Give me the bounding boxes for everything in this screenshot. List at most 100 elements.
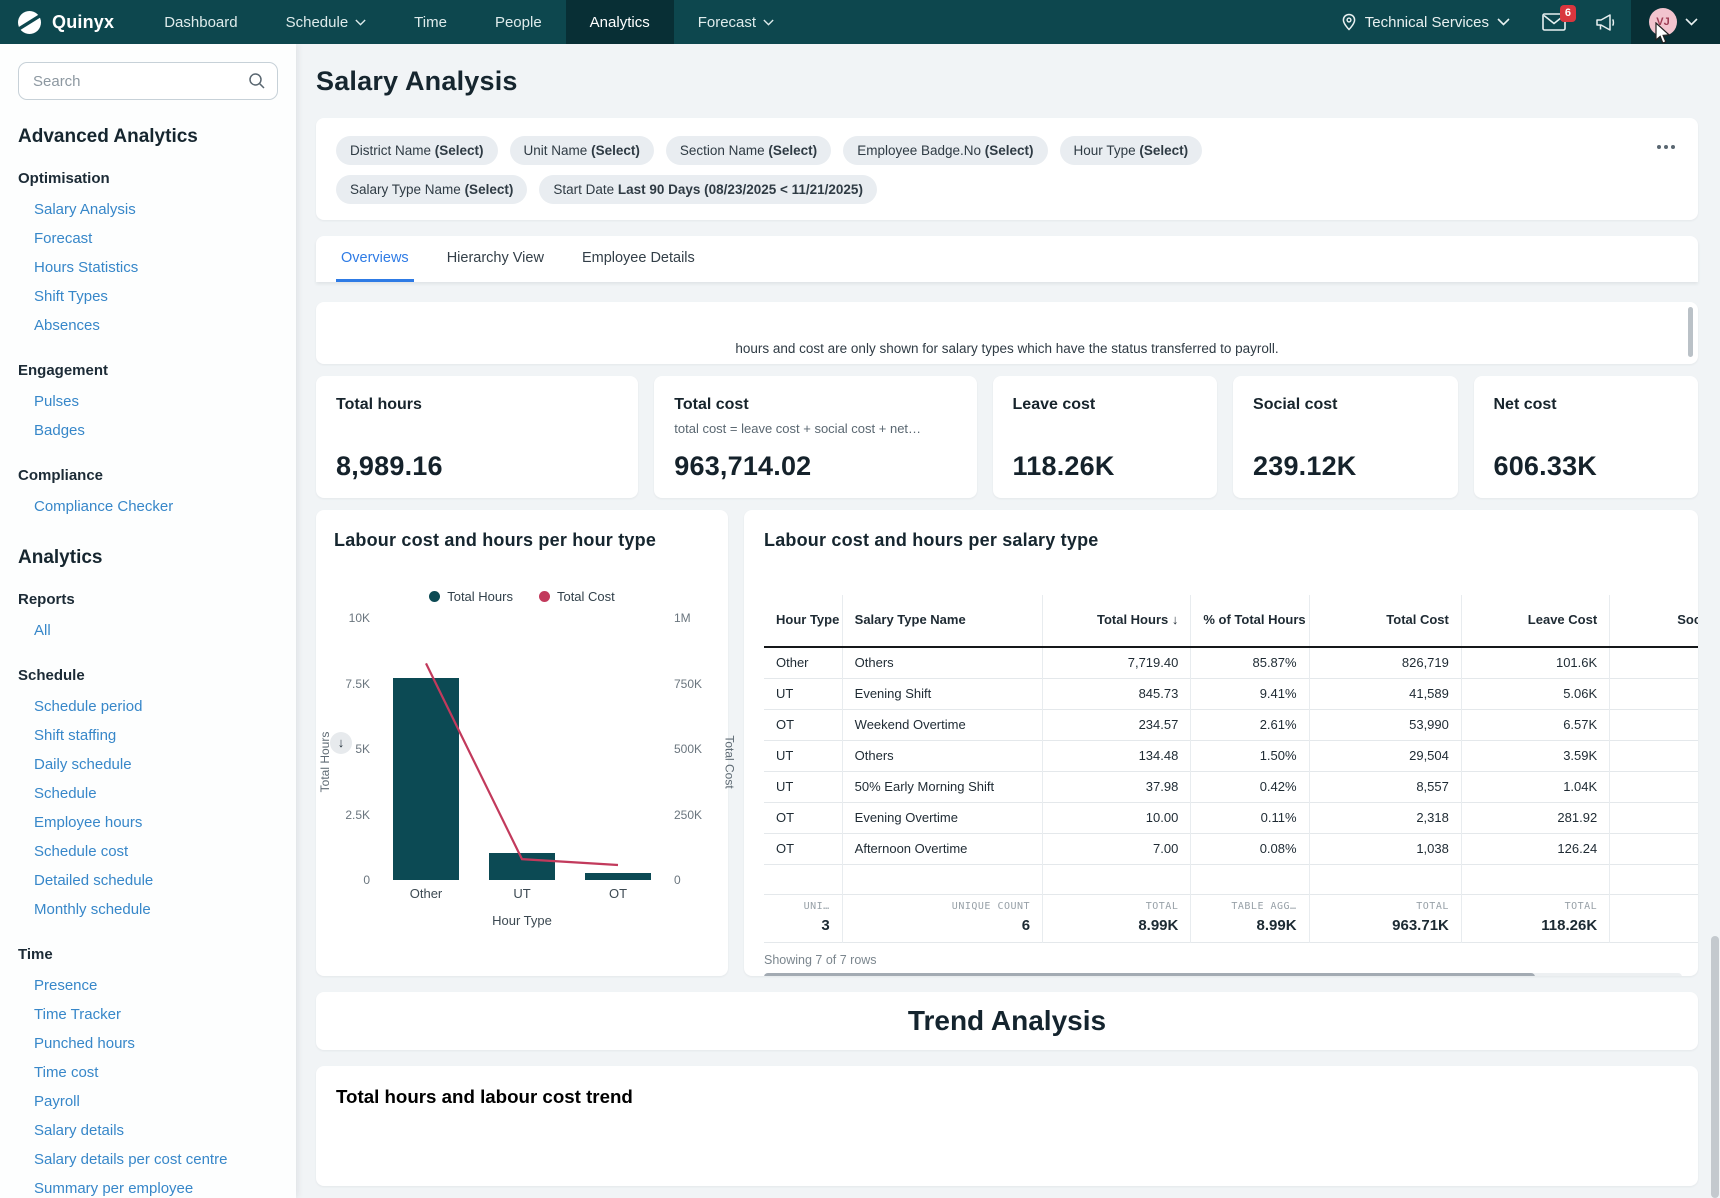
search-input[interactable] <box>18 62 278 100</box>
search-box <box>18 62 278 100</box>
sidebar-item-employee-hours[interactable]: Employee hours <box>18 808 278 837</box>
aggregate-label: TOTAL <box>1055 901 1178 912</box>
filter-chip-unit-name[interactable]: Unit Name (Select) <box>510 136 654 165</box>
nav-item-people[interactable]: People <box>471 0 566 44</box>
filter-chip-value: (Select) <box>591 143 640 158</box>
cell-salary-type-name: Afternoon Overtime <box>842 833 1042 864</box>
sidebar-item-presence[interactable]: Presence <box>18 971 278 1000</box>
aggregate-cell: TOTAL963.71K <box>1309 894 1461 942</box>
more-options-button[interactable] <box>1650 132 1682 159</box>
aggregate-value: 8.99K <box>1055 917 1178 934</box>
kpi-card-social-cost: Social cost239.12K <box>1233 376 1457 498</box>
sidebar-item-absences[interactable]: Absences <box>18 311 278 340</box>
filter-chip-hour-type[interactable]: Hour Type (Select) <box>1060 136 1203 165</box>
sidebar-item-monthly-schedule[interactable]: Monthly schedule <box>18 895 278 924</box>
sidebar-item-badges[interactable]: Badges <box>18 416 278 445</box>
chart-title: Labour cost and hours per hour type <box>334 530 710 551</box>
filter-chip-label: Employee Badge.No <box>857 143 985 158</box>
sidebar-item-detailed-schedule[interactable]: Detailed schedule <box>18 866 278 895</box>
aggregate-label: UNI… <box>776 901 830 912</box>
hour-type-plot <box>378 618 666 880</box>
column-header-total-hours[interactable]: Total Hours ↓ <box>1043 595 1191 647</box>
table-row: OTWeekend Overtime234.572.61%53,9906.57K… <box>764 709 1698 740</box>
aggregate-label: TOTAL <box>1474 901 1597 912</box>
cell-social-cost: 13.4 <box>1610 709 1698 740</box>
sidebar-item-time-cost[interactable]: Time cost <box>18 1058 278 1087</box>
sidebar-item-schedule-cost[interactable]: Schedule cost <box>18 837 278 866</box>
ellipsis-icon <box>1656 144 1676 150</box>
sidebar-item-payroll[interactable]: Payroll <box>18 1087 278 1116</box>
sidebar-item-time-tracker[interactable]: Time Tracker <box>18 1000 278 1029</box>
filter-chip-salary-type-name[interactable]: Salary Type Name (Select) <box>336 175 527 204</box>
legend-label: Total Cost <box>557 589 615 604</box>
nav-item-time[interactable]: Time <box>390 0 471 44</box>
sidebar-item-summary-per-employee[interactable]: Summary per employee <box>18 1174 278 1198</box>
scrollbar-thumb[interactable] <box>764 973 1535 977</box>
sidebar-section-optimisation: Optimisation <box>18 170 278 187</box>
cell-total-cost: 41,589 <box>1309 678 1461 709</box>
filter-chip-value: (Select) <box>768 143 817 158</box>
legend-item-total-cost[interactable]: Total Cost <box>539 589 615 604</box>
axis-sort-button[interactable]: ↓ <box>330 732 352 754</box>
filter-chip-label: Start Date <box>553 182 618 197</box>
legend-item-total-hours[interactable]: Total Hours <box>429 589 513 604</box>
sidebar-item-forecast[interactable]: Forecast <box>18 224 278 253</box>
viewport-scrollbar-thumb[interactable] <box>1711 936 1719 1198</box>
tab-overviews[interactable]: Overviews <box>336 236 414 282</box>
nav-item-schedule[interactable]: Schedule <box>262 0 391 44</box>
user-menu[interactable]: VJ <box>1631 0 1720 44</box>
table-title: Labour cost and hours per salary type <box>764 530 1698 551</box>
announcements-button[interactable] <box>1580 0 1631 44</box>
panel-scrollbar[interactable] <box>1688 307 1693 357</box>
sidebar-item-punched-hours[interactable]: Punched hours <box>18 1029 278 1058</box>
sidebar-item-schedule-period[interactable]: Schedule period <box>18 692 278 721</box>
filter-chip-district-name[interactable]: District Name (Select) <box>336 136 498 165</box>
cell-total-hours: 37.98 <box>1043 771 1191 802</box>
tab-hierarchy-view[interactable]: Hierarchy View <box>442 236 549 282</box>
kpi-subtitle: total cost = leave cost + social cost + … <box>674 421 956 436</box>
x-axis-title: Hour Type <box>334 913 710 928</box>
tab-employee-details[interactable]: Employee Details <box>577 236 700 282</box>
messages-button[interactable]: 6 <box>1528 0 1580 44</box>
cell-social-cost: 2.13 <box>1610 771 1698 802</box>
sidebar-item-salary-details-per-cost-centre[interactable]: Salary details per cost centre <box>18 1145 278 1174</box>
kpi-title: Total cost <box>674 396 956 414</box>
nav-item-dashboard[interactable]: Dashboard <box>140 0 261 44</box>
filter-chip-section-name[interactable]: Section Name (Select) <box>666 136 831 165</box>
sidebar-item-all[interactable]: All <box>18 616 278 645</box>
location-label: Technical Services <box>1365 14 1489 31</box>
sidebar-item-daily-schedule[interactable]: Daily schedule <box>18 750 278 779</box>
filter-chip-start-date[interactable]: Start Date Last 90 Days (08/23/2025 < 11… <box>539 175 877 204</box>
filter-chip-employee-badge-no[interactable]: Employee Badge.No (Select) <box>843 136 1047 165</box>
location-selector[interactable]: Technical Services <box>1323 0 1528 44</box>
filter-chips: District Name (Select) Unit Name (Select)… <box>336 136 1386 204</box>
spacer-row <box>764 864 1698 894</box>
nav-item-analytics[interactable]: Analytics <box>566 0 674 44</box>
sidebar-item-salary-details[interactable]: Salary details <box>18 1116 278 1145</box>
axis-tick: 2.5K <box>345 808 370 822</box>
cell-total-hours: 134.48 <box>1043 740 1191 771</box>
sidebar-section-engagement: Engagement <box>18 362 278 379</box>
primary-nav: DashboardScheduleTimePeopleAnalyticsFore… <box>140 0 798 44</box>
sidebar-section-time: Time <box>18 946 278 963</box>
sidebar-item-salary-analysis[interactable]: Salary Analysis <box>18 195 278 224</box>
sidebar-item-shift-staffing[interactable]: Shift staffing <box>18 721 278 750</box>
aggregate-value: 6 <box>855 917 1030 934</box>
notice-text: hours and cost are only shown for salary… <box>735 341 1278 364</box>
cell-total-cost: 2,318 <box>1309 802 1461 833</box>
column-header-of-total-hours: % of Total Hours <box>1191 595 1309 647</box>
filter-chip-value: (Select) <box>435 143 484 158</box>
sidebar-item-shift-types[interactable]: Shift Types <box>18 282 278 311</box>
sidebar-item-compliance-checker[interactable]: Compliance Checker <box>18 492 278 521</box>
brand-name: Quinyx <box>52 12 114 33</box>
aggregate-row: UNI…3UNIQUE COUNT6TOTAL8.99KTABLE AGG…8.… <box>764 894 1698 942</box>
rows-count-status: Showing 7 of 7 rows <box>764 953 1698 967</box>
filter-chip-label: Salary Type Name <box>350 182 465 197</box>
sidebar-item-hours-statistics[interactable]: Hours Statistics <box>18 253 278 282</box>
table-row: UTEvening Shift845.739.41%41,5895.06K10.… <box>764 678 1698 709</box>
sidebar-item-schedule[interactable]: Schedule <box>18 779 278 808</box>
brand-logo[interactable]: Quinyx <box>0 0 140 44</box>
nav-item-forecast[interactable]: Forecast <box>674 0 798 44</box>
column-header-salary-type-name: Salary Type Name <box>842 595 1042 647</box>
sidebar-item-pulses[interactable]: Pulses <box>18 387 278 416</box>
